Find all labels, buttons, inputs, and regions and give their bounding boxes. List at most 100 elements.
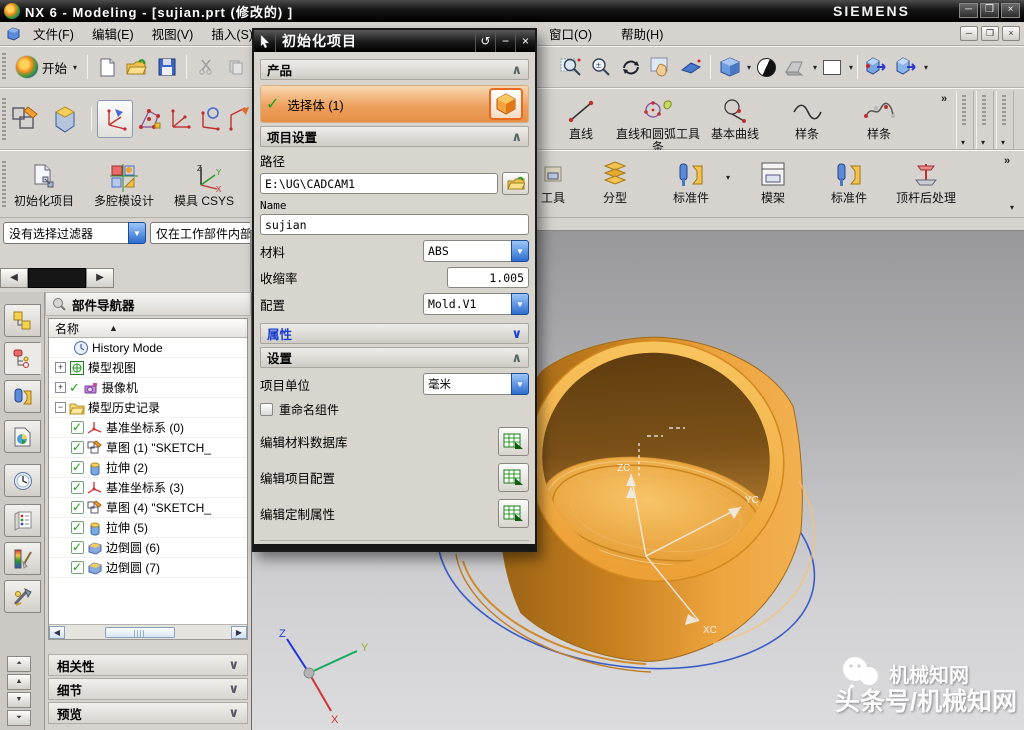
scrollbar-thumb[interactable] (105, 627, 175, 638)
edit-project-config-button[interactable] (498, 463, 529, 492)
window-restore-button[interactable]: ❒ (980, 3, 999, 18)
tree-item-model-history[interactable]: − 模型历史记录 (49, 398, 247, 418)
new-file-button[interactable] (93, 52, 121, 82)
window-view-button-1[interactable] (863, 52, 891, 82)
fit-view-button[interactable] (557, 52, 585, 82)
spline-button[interactable]: 样条 (778, 91, 836, 143)
collapsed-toolbar-3[interactable]: ▾ (996, 91, 1014, 149)
section-project-settings[interactable]: 项目设置 ∧ (260, 126, 529, 147)
mold-csys-button[interactable]: ZYX 模具 CSYS (170, 158, 238, 210)
checkbox-checked-icon[interactable] (71, 521, 84, 534)
section-attributes[interactable]: 属性 ∨ (260, 323, 529, 344)
section-settings[interactable]: 设置 ∧ (260, 347, 529, 368)
checkbox-checked-icon[interactable] (71, 541, 84, 554)
zoom-button[interactable]: ± (587, 52, 615, 82)
window-minimize-button[interactable]: ─ (959, 3, 978, 18)
chevron-down-icon[interactable]: ▾ (849, 63, 853, 72)
checkbox-checked-icon[interactable] (71, 441, 84, 454)
menu-edit[interactable]: 编辑(E) (83, 21, 143, 46)
browse-folder-button[interactable] (502, 172, 529, 195)
menu-window[interactable]: 窗口(O) (540, 21, 601, 46)
sash-left-arrow[interactable]: ◀ (0, 268, 28, 288)
open-file-button[interactable] (123, 52, 151, 82)
shaded-display-button[interactable] (716, 52, 744, 82)
datum-plane-button[interactable] (195, 100, 223, 138)
copy-button[interactable] (222, 52, 250, 82)
dialog-close-button[interactable]: × (515, 30, 535, 52)
tab-measure[interactable] (4, 580, 41, 613)
tree-item-sketch-4[interactable]: 草图 (4) "SKETCH_ (49, 498, 247, 518)
resource-scroll-down[interactable]: ▼ (7, 692, 31, 708)
studio-spline-button[interactable]: 样条 (850, 91, 908, 143)
tab-roles[interactable] (4, 420, 41, 453)
extrude-button[interactable] (50, 99, 80, 139)
material-dropdown[interactable]: ABS ▼ (423, 240, 529, 262)
save-button[interactable] (153, 52, 181, 82)
tree-horizontal-scrollbar[interactable]: ◀ ▶ (49, 624, 247, 639)
units-dropdown[interactable]: 毫米 ▼ (423, 373, 529, 395)
line-tool-button[interactable]: 直线 (552, 91, 610, 143)
tab-history[interactable] (4, 464, 41, 497)
dialog-title-bar[interactable]: 初始化项目 ↺ − × (254, 30, 535, 52)
checkbox-checked-icon[interactable] (71, 481, 84, 494)
resource-scroll-top[interactable]: ⏶ (7, 656, 31, 672)
panel-preview[interactable]: 预览 ∨ (48, 702, 248, 724)
parting-button[interactable]: 分型 (586, 155, 644, 207)
mold-base-button[interactable]: 模架 (744, 155, 802, 207)
multi-cavity-button[interactable]: 多腔模设计 (90, 158, 158, 210)
pan-button[interactable] (647, 52, 675, 82)
toolbar-grip[interactable] (2, 161, 6, 207)
dialog-reset-button[interactable]: ↺ (475, 30, 495, 52)
tab-assembly-navigator[interactable] (4, 304, 41, 337)
tab-part-navigator[interactable] (4, 342, 41, 375)
point-set-button[interactable] (135, 100, 163, 138)
tab-visualization[interactable] (4, 542, 41, 575)
window-close-button[interactable]: × (1001, 3, 1020, 18)
sash-handle[interactable] (28, 268, 86, 288)
appearance-button[interactable] (782, 52, 810, 82)
expand-minus-icon[interactable]: − (55, 402, 66, 413)
selection-filter-dropdown[interactable]: 没有选择过滤器 ▼ (3, 222, 146, 244)
background-color-button[interactable] (818, 52, 846, 82)
chevron-down-icon[interactable]: ▾ (726, 173, 730, 182)
edit-custom-attrs-button[interactable] (498, 499, 529, 528)
pin-icon[interactable] (52, 297, 66, 311)
config-dropdown[interactable]: Mold.V1 ▼ (423, 293, 529, 315)
initialize-project-button[interactable]: 初始化项目 (10, 158, 78, 210)
edit-material-db-button[interactable] (498, 427, 529, 456)
basic-curves-button[interactable]: 基本曲线 (706, 91, 764, 143)
tree-item-sketch-1[interactable]: 草图 (1) "SKETCH_ (49, 438, 247, 458)
tab-palettes[interactable] (4, 504, 41, 537)
resource-scroll-bottom[interactable]: ⏷ (7, 710, 31, 726)
menu-view[interactable]: 视图(V) (143, 21, 203, 46)
name-input[interactable]: sujian (260, 214, 529, 235)
collapsed-toolbar-2[interactable]: ▾ (976, 91, 994, 149)
tree-item-model-views[interactable]: + 模型视图 (49, 358, 247, 378)
chevron-down-icon[interactable]: ▾ (924, 63, 928, 72)
snap-view-button[interactable] (677, 52, 705, 82)
scroll-right-arrow[interactable]: ▶ (231, 626, 247, 639)
menu-file[interactable]: 文件(F) (24, 21, 83, 46)
tree-item-history-mode[interactable]: History Mode (49, 338, 247, 358)
sash-right-arrow[interactable]: ▶ (86, 268, 114, 288)
cut-button[interactable] (192, 52, 220, 82)
collapsed-toolbar-1[interactable]: ▾ (956, 91, 974, 149)
tree-item-datum-csys-0[interactable]: 基准坐标系 (0) (49, 418, 247, 438)
datum-csys-button[interactable] (97, 100, 133, 138)
chevron-down-icon[interactable]: ▾ (813, 63, 817, 72)
standard-parts2-button[interactable]: 标准件 (820, 155, 878, 207)
tree-item-edge-blend-6[interactable]: 边倒圆 (6) (49, 538, 247, 558)
path-input[interactable]: E:\UG\CADCAM1 (260, 173, 498, 194)
select-body-button[interactable] (489, 88, 523, 120)
dialog-minimize-button[interactable]: − (495, 30, 515, 52)
tree-column-header[interactable]: 名称 ▲ (49, 319, 247, 338)
expand-plus-icon[interactable]: + (55, 382, 66, 393)
checkbox-checked-icon[interactable] (71, 501, 84, 514)
checkbox-checked-icon[interactable] (71, 561, 84, 574)
plane-button[interactable] (225, 100, 253, 138)
panel-dependencies[interactable]: 相关性 ∨ (48, 654, 248, 676)
standard-parts-button[interactable]: 标准件 (662, 155, 720, 207)
mold-tools-button[interactable]: 工具 (536, 155, 570, 207)
menu-help[interactable]: 帮助(H) (612, 21, 672, 46)
chevron-down-icon[interactable]: ▾ (747, 63, 751, 72)
